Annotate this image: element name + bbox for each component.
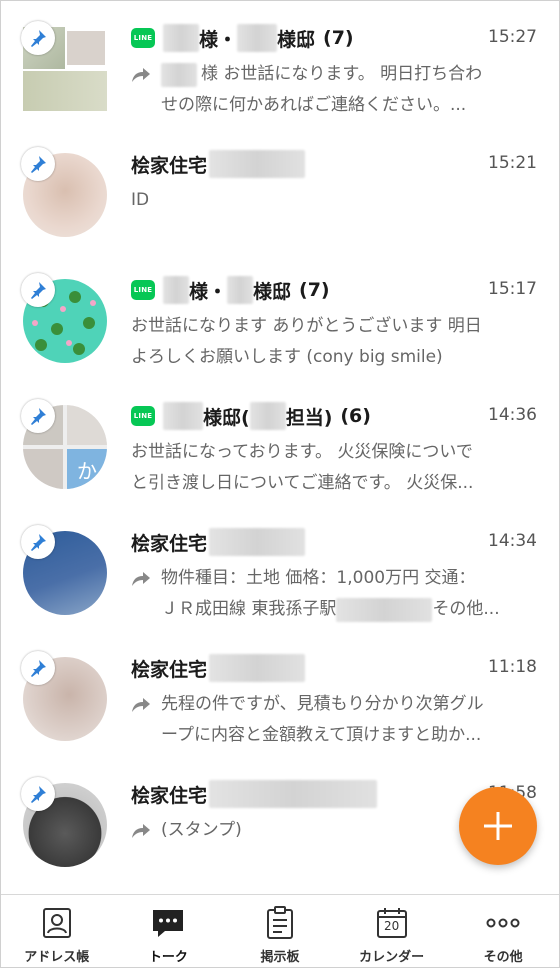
message-preview: 様 お世話になります。 明日打ち合わ せの際に何かあればご連絡ください。... [131, 59, 539, 121]
tab-bulletin-board[interactable]: 掲示板 [224, 895, 336, 967]
conversation-title: LINE 様・ 様邸 (7) [131, 24, 354, 52]
conversation-title: LINE 様・ 様邸 (7) [131, 276, 330, 304]
redacted-name [209, 780, 378, 808]
address-book-icon [40, 906, 74, 940]
conversation-row[interactable]: LINE 様・ 様邸 (7) 15:17 お世話になります ありがとうございます… [1, 253, 559, 379]
conversation-row[interactable]: 桧家住宅 15:21 ID [1, 127, 559, 253]
tab-more[interactable]: その他 [447, 895, 559, 967]
conversation-title: 桧家住宅 [131, 780, 378, 808]
pin-icon [21, 147, 55, 181]
pin-icon [21, 399, 55, 433]
conversation-row[interactable]: LINE 様・ 様邸 (7) 15:27 様 お世話になります。 明日打ち合わ … [1, 1, 559, 127]
timestamp: 15:17 [488, 279, 537, 299]
forward-arrow-icon [132, 823, 150, 838]
redacted-name [163, 276, 189, 304]
message-preview: お世話になります ありがとうございます 明日 よろしくお願いします (cony … [131, 316, 482, 367]
message-preview: 物件種目：土地 価格：1,000万円 交通： ＪＲ成田線 東我孫子駅 その他... [131, 563, 539, 625]
redacted-name [249, 402, 286, 430]
app-frame: LINE 様・ 様邸 (7) 15:27 様 お世話になります。 明日打ち合わ … [0, 0, 560, 968]
conversation-row[interactable]: 桧家住宅 11:18 先程の件ですが、見積もり分かり次第グル ープに内容と金額教… [1, 631, 559, 757]
forward-arrow-icon [132, 697, 150, 712]
redacted-name [237, 24, 278, 52]
tab-calendar[interactable]: 20 カレンダー [336, 895, 448, 967]
bulletin-board-icon [263, 906, 297, 940]
conversation-row[interactable]: か LINE 様邸( 担当) (6) 14:36 お世話になっております。 火災… [1, 379, 559, 505]
redacted-name [163, 24, 199, 52]
tab-address-book[interactable]: アドレス帳 [1, 895, 113, 967]
more-dots-icon [486, 906, 520, 940]
redacted-name [163, 402, 203, 430]
timestamp: 15:21 [488, 153, 537, 173]
pin-icon [21, 525, 55, 559]
conversation-title: 桧家住宅 [131, 528, 306, 556]
redacted-name [209, 654, 306, 682]
bottom-tab-bar: アドレス帳 トーク 掲示板 20 カレンダー その他 [1, 894, 559, 967]
conversation-title: 桧家住宅 [131, 150, 306, 178]
pin-icon [21, 651, 55, 685]
line-badge-icon: LINE [131, 280, 155, 300]
message-preview: 先程の件ですが、見積もり分かり次第グル ープに内容と金額教えて頂けますと助か..… [131, 689, 539, 751]
timestamp: 15:27 [488, 27, 537, 47]
tab-talk[interactable]: トーク [113, 895, 225, 967]
pin-icon [21, 21, 55, 55]
conversation-title: 桧家住宅 [131, 654, 306, 682]
timestamp: 14:36 [488, 405, 537, 425]
message-preview: ID [131, 190, 150, 210]
line-badge-icon: LINE [131, 406, 155, 426]
forward-arrow-icon [132, 571, 150, 586]
conversation-row[interactable]: 桧家住宅 14:34 物件種目：土地 価格：1,000万円 交通： ＪＲ成田線 … [1, 505, 559, 631]
calendar-icon: 20 [375, 906, 409, 940]
talk-bubble-icon [151, 906, 185, 940]
plus-icon [484, 812, 512, 840]
pin-icon [21, 273, 55, 307]
conversation-list[interactable]: LINE 様・ 様邸 (7) 15:27 様 お世話になります。 明日打ち合わ … [1, 1, 559, 894]
redacted-name [209, 528, 306, 556]
timestamp: 11:18 [488, 657, 537, 677]
forward-arrow-icon [132, 67, 150, 82]
message-preview: お世話になっております。 火災保険についで と引き渡し日についてご連絡です。 火… [131, 442, 474, 493]
timestamp: 14:34 [488, 531, 537, 551]
pin-icon [21, 777, 55, 811]
add-button[interactable] [459, 787, 537, 865]
line-badge-icon: LINE [131, 28, 155, 48]
conversation-title: LINE 様邸( 担当) (6) [131, 402, 371, 430]
redacted-name [209, 150, 306, 178]
redacted-name [227, 276, 254, 304]
